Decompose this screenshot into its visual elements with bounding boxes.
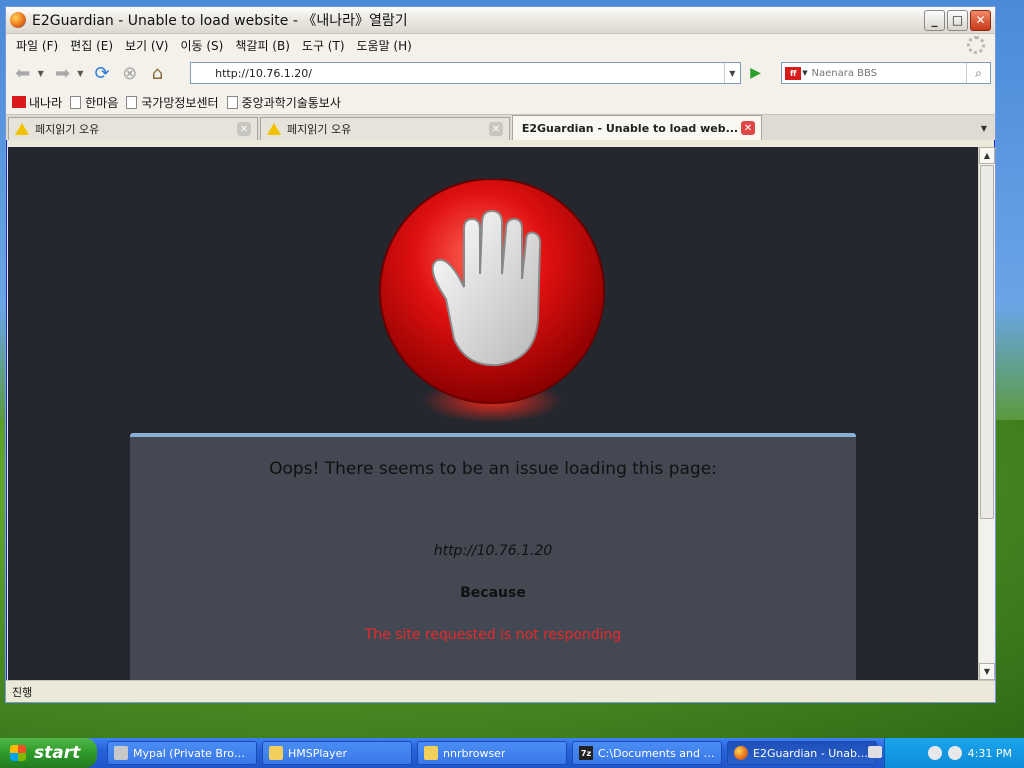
scroll-up-button[interactable]: ▲ xyxy=(979,147,995,164)
warning-icon xyxy=(15,123,29,135)
7zip-icon: 7z xyxy=(579,746,593,760)
taskbar: start Mypal (Private Brow... HMSPlayer n… xyxy=(0,738,1024,768)
task-label: C:\Documents and S... xyxy=(598,746,715,760)
bookmark-central-science-agency[interactable]: 중앙과학기술통보사 xyxy=(226,94,341,111)
vertical-scrollbar[interactable]: ▲ ▼ xyxy=(978,147,995,680)
folder-icon xyxy=(424,746,438,760)
go-button[interactable]: ▶ xyxy=(745,62,767,84)
url-history-dropdown[interactable]: ▼ xyxy=(723,63,740,83)
tab-label: E2Guardian - Unable to load web... xyxy=(521,121,739,135)
naenara-logo-icon: ff xyxy=(785,66,802,80)
task-e2guardian[interactable]: E2Guardian - Unable... xyxy=(727,741,877,765)
maximize-button[interactable]: □ xyxy=(947,9,968,31)
task-hmsplayer[interactable]: HMSPlayer xyxy=(262,741,412,765)
browser-window: E2Guardian - Unable to load website - 《내… xyxy=(5,6,996,703)
engine-dropdown-icon: ▼ xyxy=(802,69,808,77)
task-label: HMSPlayer xyxy=(288,746,347,760)
back-history-dropdown[interactable]: ▼ xyxy=(38,69,44,78)
search-icon[interactable]: ⌕ xyxy=(965,63,990,83)
bookmark-label: 내나라 xyxy=(29,95,63,110)
minimize-button[interactable]: _ xyxy=(924,9,945,31)
volume-icon[interactable] xyxy=(947,746,962,760)
page-content: Oops! There seems to be an issue loading… xyxy=(8,147,978,680)
folder-icon xyxy=(269,746,283,760)
page-icon xyxy=(226,95,238,109)
menu-edit[interactable]: 편집 (E) xyxy=(64,35,119,56)
search-engine-selector[interactable]: ff ▼ xyxy=(782,66,812,80)
close-button[interactable]: ✕ xyxy=(970,9,991,31)
because-label: Because xyxy=(460,585,526,601)
tab-list-dropdown[interactable]: ▼ xyxy=(975,118,993,138)
search-input[interactable] xyxy=(811,67,966,79)
tab-error-1[interactable]: 페지읽기 오유 ✕ xyxy=(8,117,258,140)
menu-file[interactable]: 파일 (F) xyxy=(10,35,64,56)
address-bar[interactable]: http://10.76.1.20/ ▼ xyxy=(190,62,741,84)
menu-tools[interactable]: 도구 (T) xyxy=(296,35,351,56)
throbber-icon xyxy=(967,36,985,54)
forward-history-dropdown[interactable]: ▼ xyxy=(77,69,83,78)
firefox-icon xyxy=(10,12,26,28)
stop-hand-icon xyxy=(379,179,605,423)
forward-button[interactable]: ➡ xyxy=(50,60,76,86)
start-button[interactable]: start xyxy=(0,738,97,768)
page-icon xyxy=(126,95,138,109)
status-bar: 진행 xyxy=(6,680,995,702)
home-button[interactable]: ⌂ xyxy=(145,60,171,86)
clock[interactable]: 4:31 PM xyxy=(968,747,1012,760)
bookmark-label: 한마음 xyxy=(85,95,119,110)
naenara-icon xyxy=(12,96,26,108)
task-label: Mypal (Private Brow... xyxy=(133,746,250,760)
task-label: E2Guardian - Unable... xyxy=(753,746,870,760)
bookmark-national-network-center[interactable]: 국가망정보센터 xyxy=(126,94,219,111)
search-bar[interactable]: ff ▼ ⌕ xyxy=(780,62,991,84)
menu-bar: 파일 (F) 편집 (E) 보기 (V) 이동 (S) 책갈피 (B) 도구 (… xyxy=(6,34,995,56)
menu-view[interactable]: 보기 (V) xyxy=(119,35,174,56)
title-bar[interactable]: E2Guardian - Unable to load website - 《내… xyxy=(6,7,995,34)
app-icon xyxy=(114,746,128,760)
windows-logo-icon xyxy=(10,745,26,761)
scroll-thumb[interactable] xyxy=(980,165,994,519)
system-tray: 4:31 PM xyxy=(884,738,1024,768)
firefox-icon xyxy=(734,746,748,760)
status-text: 진행 xyxy=(12,686,33,699)
tab-close-icon[interactable]: ✕ xyxy=(237,122,251,136)
tab-close-icon[interactable]: ✕ xyxy=(741,121,755,135)
tab-close-icon[interactable]: ✕ xyxy=(489,122,503,136)
reload-button[interactable]: ⟳ xyxy=(89,60,115,86)
task-7zip[interactable]: 7z C:\Documents and S... xyxy=(572,741,722,765)
back-button[interactable]: ⬅ xyxy=(10,60,36,86)
keyboard-icon[interactable] xyxy=(868,746,882,758)
error-reason: The site requested is not responding xyxy=(364,627,622,643)
error-panel: Oops! There seems to be an issue loading… xyxy=(130,433,856,680)
scroll-down-button[interactable]: ▼ xyxy=(979,663,995,680)
warning-icon xyxy=(267,123,281,135)
menu-history[interactable]: 이동 (S) xyxy=(174,35,229,56)
bookmarks-toolbar: 내나라 한마음 국가망정보센터 중앙과학기술통보사 xyxy=(6,90,995,114)
bookmark-naenara[interactable]: 내나라 xyxy=(12,94,62,111)
bookmark-hanmaum[interactable]: 한마음 xyxy=(70,94,118,111)
tab-e2guardian[interactable]: E2Guardian - Unable to load web... ✕ xyxy=(512,115,762,140)
menu-bookmarks[interactable]: 책갈피 (B) xyxy=(229,35,296,56)
tab-label: 페지읽기 오유 xyxy=(35,123,100,136)
navigation-toolbar: ⬅ ▼ ➡ ▼ ⟳ ⊗ ⌂ http://10.76.1.20/ ▼ ▶ ff … xyxy=(6,56,995,90)
tab-label: 페지읽기 오유 xyxy=(287,123,352,136)
error-title: Oops! There seems to be an issue loading… xyxy=(269,459,717,479)
task-label: nnrbrowser xyxy=(443,746,506,760)
bookmark-label: 국가망정보센터 xyxy=(141,95,219,110)
start-label: start xyxy=(34,743,81,763)
bookmark-label: 중앙과학기술통보사 xyxy=(241,95,341,110)
stop-button[interactable]: ⊗ xyxy=(117,60,143,86)
page-icon xyxy=(70,95,82,109)
menu-help[interactable]: 도움말 (H) xyxy=(351,35,418,56)
window-title: E2Guardian - Unable to load website - 《내… xyxy=(32,13,408,29)
tab-bar: 페지읽기 오유 ✕ 페지읽기 오유 ✕ E2Guardian - Unable … xyxy=(6,114,995,140)
blocked-url: http://10.76.1.20 xyxy=(433,543,553,559)
task-nnrbrowser[interactable]: nnrbrowser xyxy=(417,741,567,765)
url-text[interactable]: http://10.76.1.20/ xyxy=(191,67,724,80)
network-icon[interactable] xyxy=(927,746,942,760)
tab-error-2[interactable]: 페지읽기 오유 ✕ xyxy=(260,117,510,140)
task-mypal[interactable]: Mypal (Private Brow... xyxy=(107,741,257,765)
